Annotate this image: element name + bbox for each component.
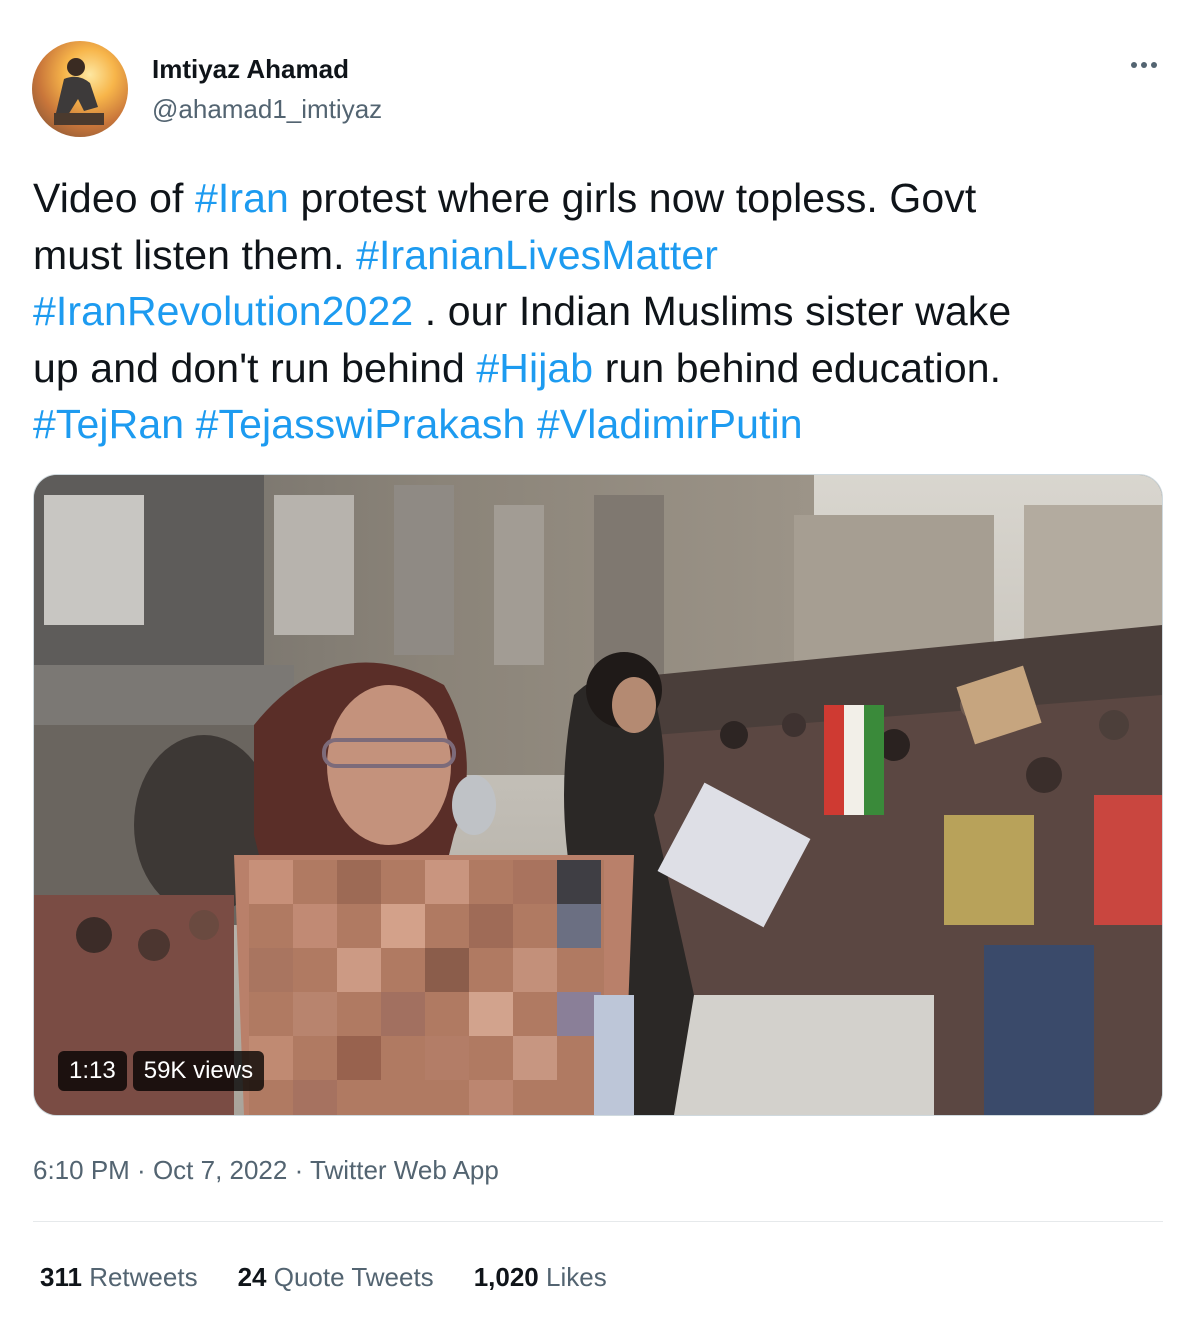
video-views: 59K views bbox=[132, 1051, 265, 1091]
quote-tweets-count: 24 bbox=[237, 1262, 267, 1292]
quote-tweets-label: Quote Tweets bbox=[273, 1262, 434, 1292]
meta-separator: · bbox=[129, 1155, 153, 1185]
avatar[interactable] bbox=[32, 41, 128, 137]
tweet-text-line: must listen them. #IranianLivesMatter bbox=[33, 227, 1163, 284]
tweet-text: Video of #Iran protest where girls now t… bbox=[33, 170, 1163, 453]
avatar-silhouette bbox=[54, 58, 104, 125]
tweet-text-line: #TejRan #TejasswiPrakash #VladimirPutin bbox=[33, 396, 1163, 453]
tweet-text-segment: up and don't run behind bbox=[33, 344, 477, 391]
more-options-button[interactable] bbox=[1124, 50, 1164, 80]
tweet-text-line: Video of #Iran protest where girls now t… bbox=[33, 170, 1163, 227]
likes-count: 1,020 bbox=[473, 1262, 539, 1292]
divider bbox=[33, 1221, 1163, 1222]
tweet-text-segment: Video of bbox=[33, 175, 195, 221]
hashtag-link[interactable]: #IranRevolution2022 bbox=[33, 288, 413, 334]
quote-tweets-stat[interactable]: 24 Quote Tweets bbox=[238, 1258, 434, 1296]
tweet-text-segment: protest where girls now topless. Govt bbox=[288, 175, 977, 221]
tweet-stats: 311 Retweets 24 Quote Tweets 1,020 Likes bbox=[40, 1258, 647, 1296]
video-duration: 1:13 bbox=[58, 1051, 127, 1091]
author-handle[interactable]: @ahamad1_imtiyaz bbox=[152, 94, 382, 124]
hashtag-link[interactable]: #TejRan bbox=[33, 401, 184, 447]
tweet: Imtiyaz Ahamad @ahamad1_imtiyaz Video of… bbox=[0, 0, 1193, 1326]
hashtag-link[interactable]: #Iran bbox=[195, 175, 289, 221]
meta-separator-2: · bbox=[287, 1155, 310, 1185]
retweets-label: Retweets bbox=[89, 1262, 198, 1292]
tweet-text-segment: must listen them. bbox=[33, 231, 357, 278]
tweet-date[interactable]: Oct 7, 2022 bbox=[153, 1155, 287, 1185]
more-horizontal-icon bbox=[1129, 62, 1159, 68]
tweet-meta: 6:10 PM · Oct 7, 2022 · Twitter Web App bbox=[33, 1150, 499, 1190]
video-thumbnail bbox=[34, 475, 1162, 1115]
hashtag-link[interactable]: #VladimirPutin bbox=[537, 401, 803, 447]
tweet-text-line: up and don't run behind #Hijab run behin… bbox=[33, 340, 1163, 397]
hashtag-link[interactable]: #IranianLivesMatter bbox=[356, 232, 718, 278]
author-name[interactable]: Imtiyaz Ahamad bbox=[152, 54, 349, 84]
video-badges: 1:13 59K views bbox=[58, 1051, 265, 1091]
retweets-stat[interactable]: 311 Retweets bbox=[40, 1258, 198, 1296]
hashtag-link[interactable]: #Hijab bbox=[476, 345, 593, 391]
likes-stat[interactable]: 1,020 Likes bbox=[474, 1258, 607, 1296]
tweet-text-line: #IranRevolution2022 . our Indian Muslims… bbox=[33, 283, 1163, 340]
video-player[interactable]: 1:13 59K views bbox=[33, 474, 1163, 1116]
tweet-text-segment: run behind education. bbox=[593, 344, 1002, 391]
tweet-text-segment bbox=[525, 401, 537, 447]
likes-label: Likes bbox=[546, 1262, 607, 1292]
retweets-count: 311 bbox=[40, 1262, 82, 1292]
tweet-time[interactable]: 6:10 PM bbox=[33, 1155, 130, 1185]
tweet-text-segment: . our Indian Muslims sister wake bbox=[413, 288, 1012, 334]
hashtag-link[interactable]: #TejasswiPrakash bbox=[196, 401, 526, 447]
tweet-source-app[interactable]: Twitter Web App bbox=[310, 1155, 499, 1185]
tweet-text-segment bbox=[184, 401, 196, 447]
